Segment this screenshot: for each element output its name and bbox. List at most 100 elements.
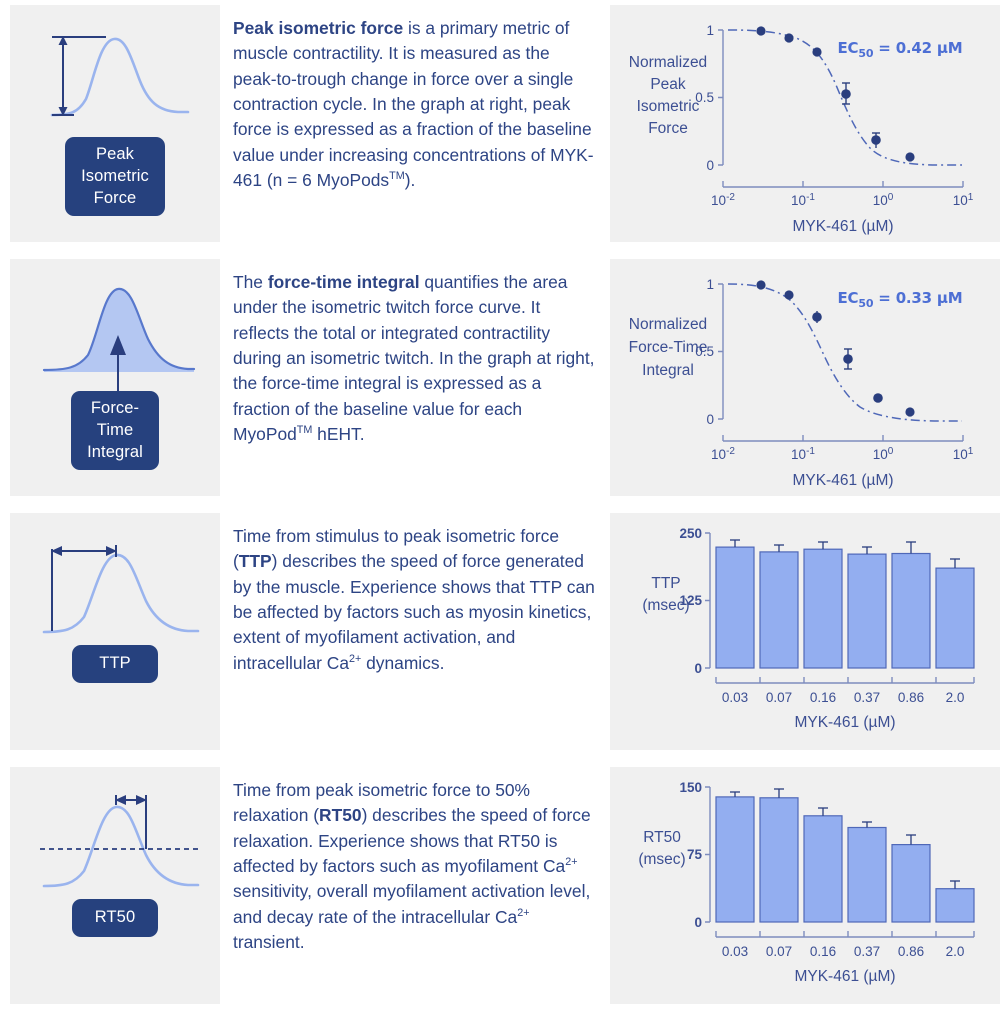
x-axis-title: MYK-461 (µM) — [792, 218, 893, 235]
y-axis-label-line: (msec) — [638, 851, 685, 868]
x-axis-title: MYK-461 (µM) — [794, 968, 895, 985]
badge-peak-isometric-force: Peak Isometric Force — [65, 137, 165, 217]
trademark-sup: TM — [389, 170, 405, 183]
badge-line: Peak — [95, 145, 134, 163]
x-tick-label: 2.0 — [946, 944, 965, 959]
bar — [935, 567, 975, 669]
y-axis-label-line: Normalized — [629, 54, 707, 71]
bar — [847, 826, 887, 923]
description-peak-isometric-force: Peak isometric force is a primary metric… — [220, 5, 610, 242]
x-axis-title: MYK-461 (µM) — [794, 714, 895, 731]
term-highlight: TTP — [238, 551, 272, 572]
data-point — [812, 311, 822, 323]
x-tick-label: 0.86 — [898, 690, 924, 705]
svg-text:101: 101 — [953, 446, 974, 462]
badge-line: RT50 — [94, 908, 136, 926]
svg-text:10-1: 10-1 — [791, 446, 815, 462]
y-tick-label: 250 — [679, 526, 702, 541]
x-tick-label: 101 — [953, 192, 974, 208]
y-axis-label-line: RT50 — [643, 829, 681, 846]
x-tick-label: 0.07 — [766, 944, 792, 959]
chart-panel-normalized-force-time-integral: Normalized Force-Time Integral 1 0.5 0 1… — [610, 259, 1000, 496]
x-tick-label: 0.16 — [810, 944, 836, 959]
description-ttp: Time from stimulus to peak isometric for… — [220, 513, 610, 750]
y-tick-label: 0 — [706, 158, 714, 173]
x-tick-label: 10-2 — [711, 192, 735, 208]
x-tick-label: 0.07 — [766, 690, 792, 705]
data-point — [784, 290, 794, 300]
body-text: hEHT. — [312, 423, 365, 444]
charge-sup: 2+ — [349, 652, 362, 665]
body-text: is a primary metric of muscle contractil… — [233, 18, 594, 190]
x-tick-label: 101 — [953, 446, 974, 462]
term-highlight: force-time integral — [267, 272, 420, 292]
body-text: sensitivity, overall myofilament activat… — [233, 881, 591, 927]
data-point — [871, 132, 881, 148]
ec50-annotation: EC50 = 0.42 µM — [838, 39, 963, 60]
x-tick-label: 100 — [873, 192, 894, 208]
data-point — [843, 348, 853, 370]
icon-panel-force-time-integral: Force- Time Integral — [10, 259, 220, 496]
x-tick-label: 10-1 — [791, 192, 815, 208]
force-time-integral-icon — [22, 273, 208, 391]
y-tick-label: 0 — [706, 412, 714, 427]
bar-series — [715, 539, 975, 669]
y-axis-label-line: TTP — [651, 575, 680, 592]
charge-sup: 2+ — [517, 906, 530, 919]
bar — [715, 796, 755, 923]
bar — [935, 888, 975, 923]
body-text: The — [233, 272, 268, 292]
icon-panel-peak-isometric-force: Peak Isometric Force — [10, 5, 220, 242]
y-axis-label-line: Force — [648, 120, 688, 137]
metric-row-peak-isometric-force: Peak Isometric Force Peak isometric forc… — [0, 5, 1000, 242]
icon-panel-rt50: RT50 — [10, 767, 220, 1004]
body-text: transient. — [233, 931, 305, 952]
data-point — [873, 393, 883, 403]
term-highlight: RT50 — [319, 805, 362, 826]
chart-panel-normalized-peak-isometric-force: Normalized Peak Isometric Force 1 0.5 0 … — [610, 5, 1000, 242]
description-rt50: Time from peak isometric force to 50% re… — [220, 767, 610, 1004]
bar — [759, 551, 799, 669]
svg-text:100: 100 — [873, 446, 894, 462]
trademark-sup: TM — [296, 424, 313, 437]
svg-text:100: 100 — [873, 192, 894, 208]
y-tick-label: 0.5 — [695, 90, 714, 105]
bar — [803, 815, 843, 923]
x-tick-label: 0.86 — [898, 944, 924, 959]
bar — [803, 548, 843, 669]
x-tick-label: 10-2 — [711, 446, 735, 462]
badge-line: Integral — [87, 442, 143, 461]
y-axis-label-line: Normalized — [629, 316, 707, 333]
svg-text:10-2: 10-2 — [711, 192, 735, 208]
svg-text:10-2: 10-2 — [711, 446, 735, 462]
y-tick-label: 1 — [706, 23, 714, 38]
data-point — [841, 82, 851, 105]
term-highlight: Peak isometric force — [233, 18, 404, 38]
y-tick-label: 150 — [679, 780, 702, 795]
rt50-icon — [22, 781, 208, 899]
data-point — [756, 280, 766, 290]
svg-text:101: 101 — [953, 192, 974, 208]
badge-line: Force — [93, 188, 137, 207]
data-point — [756, 26, 766, 36]
peak-isometric-force-icon — [22, 19, 208, 137]
svg-text:10-1: 10-1 — [791, 192, 815, 208]
ttp-icon — [22, 527, 208, 645]
y-tick-label: 1 — [706, 277, 714, 292]
ec50-annotation: EC50 = 0.33 µM — [838, 289, 963, 310]
metric-row-force-time-integral: Force- Time Integral The force-time inte… — [0, 259, 1000, 496]
badge-line: Isometric — [81, 166, 149, 185]
y-axis-label-line: Integral — [642, 362, 694, 379]
y-tick-label: 0 — [694, 661, 702, 676]
badge-line: Force- — [90, 399, 140, 417]
data-point — [905, 407, 915, 417]
badge-line: TTP — [99, 654, 131, 672]
badge-rt50: RT50 — [72, 899, 158, 937]
data-point — [784, 33, 794, 43]
bar — [847, 553, 887, 669]
y-tick-label: 125 — [679, 593, 702, 608]
x-tick-label: 0.37 — [854, 944, 880, 959]
chart-panel-ttp: TTP (msec) 250 125 0 0.03 0.07 0.16 0.37… — [610, 513, 1000, 750]
body-text: dynamics. — [361, 652, 445, 673]
bar — [759, 797, 799, 923]
